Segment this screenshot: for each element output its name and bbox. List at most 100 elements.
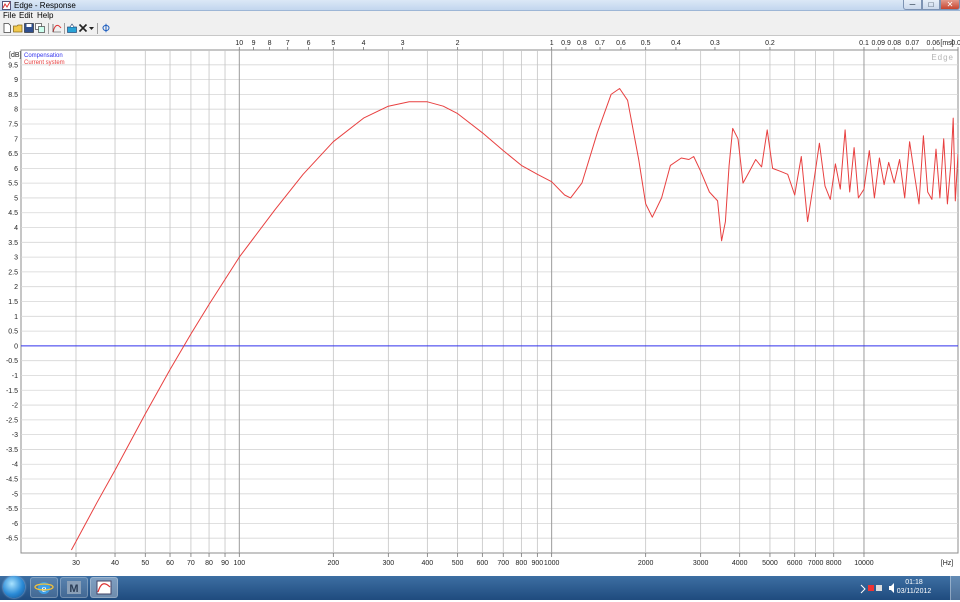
top-tick-label: 0.5 <box>641 40 651 47</box>
y-tick-label: 9 <box>14 77 18 84</box>
top-unit-label: [ms] <box>940 40 953 47</box>
open-folder-icon[interactable] <box>13 23 23 33</box>
clock[interactable]: 01:18 03/11/2012 <box>884 578 944 596</box>
top-tick-label: 7 <box>286 40 290 47</box>
y-tick-label: 7.5 <box>8 121 18 128</box>
top-tick-label: 0.7 <box>595 40 605 47</box>
x-tick-label: 1000 <box>544 560 560 567</box>
x-tick-label: 7000 <box>808 560 824 567</box>
toolbar <box>0 21 960 36</box>
y-tick-label: -5 <box>12 491 18 498</box>
tray-icons[interactable] <box>858 576 884 600</box>
legend-entry: Compensation <box>24 53 63 59</box>
y-tick-label: 3 <box>14 255 18 262</box>
menu-file[interactable]: File <box>3 11 16 21</box>
top-tick-label: 0.07 <box>906 40 920 47</box>
save-icon[interactable] <box>24 23 34 33</box>
top-tick-label: 0.4 <box>671 40 681 47</box>
taskbar: e M 01:18 03/11/2012 <box>0 576 960 600</box>
y-tick-label: 4.5 <box>8 210 18 217</box>
top-tick-label: 0.6 <box>616 40 626 47</box>
top-tick-label: 2 <box>456 40 460 47</box>
x-tick-label: 70 <box>187 560 195 567</box>
fill-tool-icon[interactable] <box>67 23 77 33</box>
x-tick-label: 700 <box>497 560 509 567</box>
edge-app-icon[interactable] <box>90 577 118 598</box>
x-tick-label: 2000 <box>638 560 654 567</box>
y-unit-label: [dB] <box>9 52 22 59</box>
legend-entry: Current system <box>24 60 65 66</box>
x-tick-label: 40 <box>111 560 119 567</box>
menu-help[interactable]: Help <box>37 11 53 21</box>
dropdown-arrow-icon[interactable] <box>88 23 95 33</box>
svg-text:M: M <box>69 583 78 595</box>
response-plot-area[interactable]: 9.5 9 8.5 8 7.5 7 6.5 6 5.5 5 4.5 4 3.5 3 2.5 2 1.5 1 0.5 0… <box>0 36 960 576</box>
y-tick-label: -2.5 <box>6 417 18 424</box>
top-tick-label: 9 <box>252 40 256 47</box>
x-tick-label: 300 <box>382 560 394 567</box>
clock-time: 01:18 <box>905 579 923 586</box>
x-tick-label: 10000 <box>854 560 874 567</box>
clock-date: 03/11/2012 <box>896 588 932 595</box>
curve-tool-icon[interactable] <box>52 23 62 33</box>
x-tick-label: 80 <box>205 560 213 567</box>
app-icon <box>2 1 11 10</box>
top-tick-label: 0.06 <box>926 40 940 47</box>
x-tick-label: 400 <box>422 560 434 567</box>
y-tick-label: 8 <box>14 107 18 114</box>
m-app-icon[interactable]: M <box>60 577 88 598</box>
top-tick-label: 0.2 <box>765 40 775 47</box>
top-tick-label: 0.8 <box>577 40 587 47</box>
y-tick-label: -6 <box>12 521 18 528</box>
watermark: Edge <box>931 53 954 62</box>
top-tick-label: 0.09 <box>871 40 885 47</box>
y-tick-label: -3.5 <box>6 447 18 454</box>
y-tick-label: -2 <box>12 403 18 410</box>
x-tick-label: 6000 <box>787 560 803 567</box>
x-tick-label: 900 <box>532 560 544 567</box>
top-tick-label: 4 <box>362 40 366 47</box>
top-tick-label: 8 <box>268 40 272 47</box>
y-tick-label: 3.5 <box>8 240 18 247</box>
top-tick-label: 10 <box>235 40 243 47</box>
y-tick-label: 8.5 <box>8 92 18 99</box>
y-tick-label: 0.5 <box>8 329 18 336</box>
close-button[interactable]: ✕ <box>940 0 960 10</box>
title-bar: Edge - Response ─ □ ✕ <box>0 0 960 11</box>
x-tick-label: 60 <box>166 560 174 567</box>
x-tick-label: 800 <box>516 560 528 567</box>
x-tick-label: 600 <box>477 560 489 567</box>
phi-icon[interactable] <box>101 23 111 33</box>
copy-icon[interactable] <box>35 23 45 33</box>
x-tick-label: 90 <box>221 560 229 567</box>
response-chart[interactable]: 9.5 9 8.5 8 7.5 7 6.5 6 5.5 5 4.5 4 3.5 3 2.5 2 1.5 1 0.5 0… <box>0 36 960 576</box>
y-tick-label: 6.5 <box>8 151 18 158</box>
x-tick-label: 4000 <box>732 560 748 567</box>
minimize-button[interactable]: ─ <box>903 0 922 10</box>
menu-edit[interactable]: Edit <box>19 11 33 21</box>
show-desktop-button[interactable] <box>950 576 960 600</box>
window-title: Edge - Response <box>14 1 76 10</box>
top-tick-label: 1 <box>550 40 554 47</box>
x-tick-label: 8000 <box>826 560 842 567</box>
x-tick-label: 500 <box>452 560 464 567</box>
maximize-button[interactable]: □ <box>922 0 940 10</box>
y-tick-label: 6 <box>14 166 18 173</box>
y-tick-label: 9.5 <box>8 62 18 69</box>
y-tick-label: -4 <box>12 462 18 469</box>
menu-bar: File Edit Help <box>0 11 960 21</box>
y-tick-label: -5.5 <box>6 506 18 513</box>
y-tick-label: 5 <box>14 195 18 202</box>
top-tick-label: 6 <box>307 40 311 47</box>
start-button[interactable] <box>3 576 25 598</box>
delete-icon[interactable] <box>78 23 88 33</box>
top-tick-label: 5 <box>331 40 335 47</box>
internet-explorer-icon[interactable]: e <box>30 577 58 598</box>
x-tick-label: 200 <box>327 560 339 567</box>
toolbar-separator <box>48 23 49 34</box>
y-tick-label: -0.5 <box>6 358 18 365</box>
top-tick-label: 0.9 <box>561 40 571 47</box>
y-tick-label: 0 <box>14 343 18 350</box>
new-file-icon[interactable] <box>2 23 12 33</box>
top-tick-label: 3 <box>401 40 405 47</box>
